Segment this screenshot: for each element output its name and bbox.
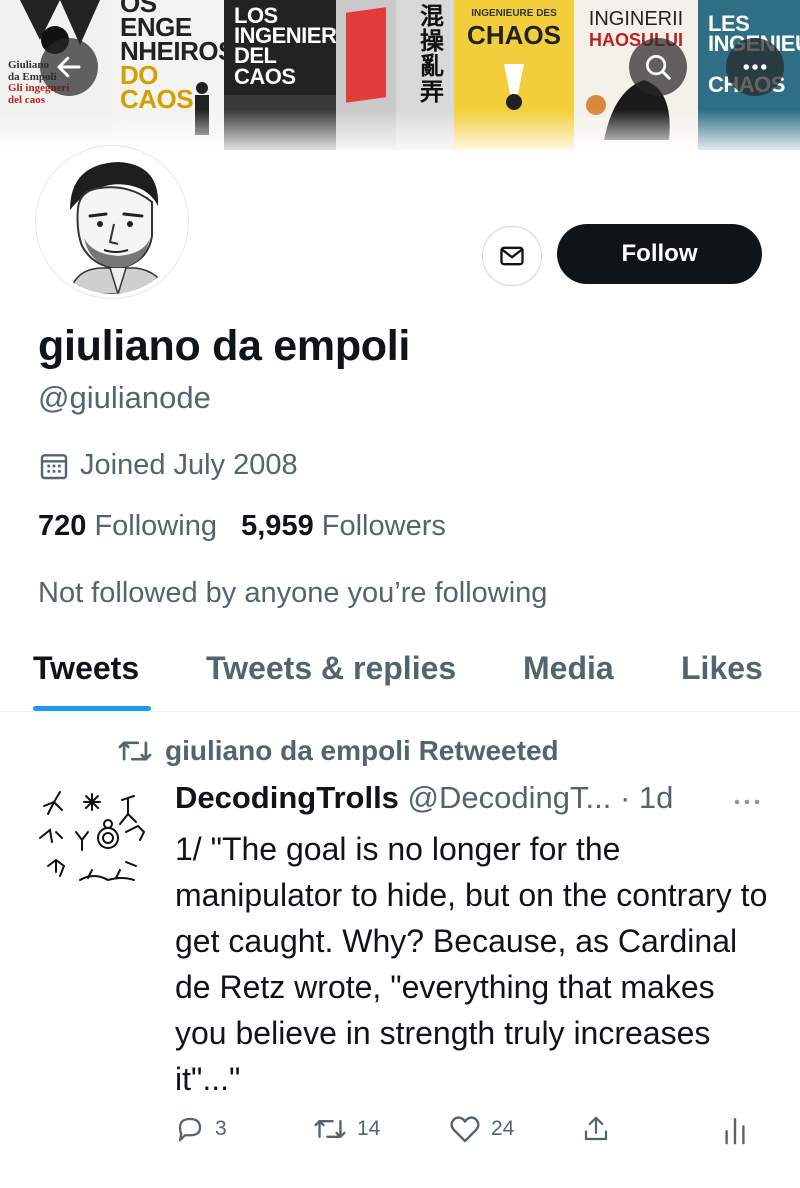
following-link[interactable]: 720 Following — [38, 510, 217, 542]
retweet-indicator[interactable]: giuliano da empoli Retweeted — [117, 735, 559, 767]
share-icon — [584, 1116, 608, 1141]
petroglyph-avatar-art — [39, 791, 146, 882]
reply-icon — [178, 1117, 202, 1142]
more-options-button[interactable] — [726, 38, 784, 96]
followers-label: Followers — [321, 510, 446, 542]
following-label: Following — [94, 510, 217, 542]
back-button[interactable] — [40, 38, 98, 96]
banner-fade — [0, 110, 800, 150]
more-horizontal-icon — [743, 64, 767, 70]
follow-counts: 720 Following 5,959 Followers — [38, 510, 446, 543]
following-count: 720 — [38, 510, 87, 542]
followers-link[interactable]: 5,959 Followers — [241, 510, 446, 542]
arrow-left-icon — [57, 56, 81, 78]
tweet-header: DecodingTrolls @DecodingT... · 1d — [175, 780, 673, 816]
not-followed-notice: Not followed by anyone you’re following — [38, 577, 548, 609]
share-button[interactable] — [581, 1114, 621, 1144]
active-tab-indicator — [33, 706, 151, 711]
like-button[interactable]: 24 — [449, 1114, 514, 1144]
tweet-timestamp[interactable]: · 1d — [620, 780, 673, 815]
profile-handle: @giulianode — [38, 380, 211, 415]
profile-display-name: giuliano da empoli — [38, 322, 411, 370]
book-title-line: 操 — [420, 28, 444, 56]
tweet-text: 1/ "The goal is no longer for the manipu… — [175, 831, 768, 1097]
like-count: 24 — [491, 1117, 515, 1140]
more-horizontal-icon — [734, 799, 760, 805]
follow-button[interactable]: Follow — [557, 224, 762, 284]
analytics-icon — [725, 1118, 745, 1145]
profile-tabs: Tweets Tweets & replies Media Likes — [0, 640, 800, 712]
reply-button[interactable]: 3 — [175, 1114, 227, 1144]
retweet-icon — [314, 1119, 346, 1139]
analytics-button[interactable] — [723, 1114, 757, 1146]
book-title-line: INGINERII — [588, 8, 684, 30]
search-icon — [646, 55, 671, 80]
tab-media[interactable]: Media — [523, 650, 614, 687]
tweet-actions: 3 14 24 — [175, 1114, 755, 1154]
message-button[interactable] — [482, 226, 542, 286]
avatar-sketch-portrait — [40, 150, 184, 294]
tweet-author-avatar[interactable] — [30, 780, 158, 908]
profile-avatar[interactable] — [36, 146, 188, 298]
retweet-text: giuliano da empoli Retweeted — [165, 735, 559, 766]
book-title-line: 弄 — [420, 78, 444, 106]
book-title-line: CAOS — [234, 63, 296, 89]
calendar-icon — [40, 453, 68, 479]
search-button[interactable] — [629, 38, 687, 96]
joined-date: Joined July 2008 — [38, 449, 298, 482]
book-title-line: CHAOS — [467, 20, 561, 50]
profile-banner[interactable]: Giuliano da Empoli Gli ingegneri del cao… — [0, 0, 800, 150]
book-title-line: 混 — [420, 3, 444, 30]
retweet-button[interactable]: 14 — [313, 1114, 380, 1144]
tab-tweets[interactable]: Tweets — [33, 650, 139, 687]
retweet-icon — [118, 741, 152, 761]
book-title-line: del caos — [8, 93, 45, 106]
tweet-author-handle[interactable]: @DecodingT... — [408, 780, 612, 815]
tab-likes[interactable]: Likes — [681, 650, 763, 687]
mail-icon — [500, 246, 524, 266]
book-title-line: INGENIEURE DES — [471, 8, 557, 19]
retweet-count: 14 — [357, 1117, 381, 1140]
reply-count: 3 — [215, 1117, 227, 1140]
tab-tweets-replies[interactable]: Tweets & replies — [206, 650, 456, 687]
tweet-more-button[interactable] — [732, 792, 762, 817]
tweet-author-name[interactable]: DecodingTrolls — [175, 780, 399, 815]
heart-icon — [450, 1116, 480, 1143]
book-title-line: 亂 — [420, 53, 444, 81]
joined-text: Joined July 2008 — [80, 449, 298, 481]
followers-count: 5,959 — [241, 510, 314, 542]
